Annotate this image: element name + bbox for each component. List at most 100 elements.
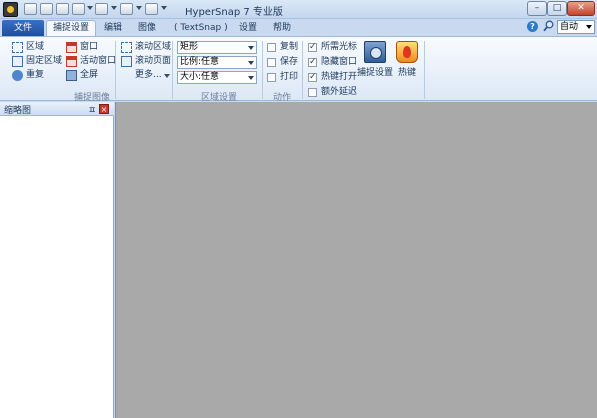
camera-settings-icon bbox=[364, 41, 386, 63]
thumbnail-panel: 缩略图 ㅍ × bbox=[0, 102, 114, 418]
capture-region-button[interactable]: 区域 bbox=[12, 41, 44, 54]
capture-active-window-label: 活动窗口 bbox=[80, 56, 117, 66]
more-capture-button[interactable]: 更多... bbox=[121, 69, 170, 82]
zoom-value: 自动 bbox=[560, 22, 579, 32]
option-hotkey-open-checkbox[interactable]: 热键打开 bbox=[308, 71, 357, 84]
region-icon bbox=[12, 42, 23, 53]
option-hotkey-open-label: 热键打开 bbox=[321, 72, 358, 82]
tab-settings[interactable]: 设置 bbox=[239, 21, 257, 36]
capture-active-window-button[interactable]: 活动窗口 bbox=[66, 55, 116, 68]
scroll-region-icon bbox=[121, 42, 132, 53]
new-file-icon[interactable] bbox=[24, 3, 37, 15]
thumbnail-panel-header: 缩略图 ㅍ × bbox=[0, 102, 114, 116]
group-divider bbox=[115, 41, 116, 99]
chevron-down-icon[interactable] bbox=[161, 6, 167, 10]
app-icon[interactable] bbox=[3, 2, 18, 17]
tab-help[interactable]: 帮助 bbox=[273, 21, 291, 36]
region-shape-value: 矩形 bbox=[180, 42, 199, 52]
tab-image[interactable]: 图像 bbox=[138, 21, 156, 36]
checkbox-box bbox=[308, 41, 317, 54]
tab-edit[interactable]: 编辑 bbox=[104, 21, 122, 36]
open-folder-icon[interactable] bbox=[40, 3, 53, 15]
option-hide-window-label: 隐藏窗口 bbox=[321, 57, 358, 67]
scroll-page-label: 滚动页面 bbox=[135, 56, 172, 66]
capture-window-label: 窗口 bbox=[80, 42, 99, 52]
tab-capture-settings[interactable]: 捕捉设置 bbox=[46, 20, 96, 36]
region-size-value: 大小:任意 bbox=[180, 72, 220, 82]
pin-icon[interactable]: ㅍ bbox=[88, 103, 96, 116]
chevron-down-icon bbox=[163, 74, 170, 78]
scroll-region-label: 滚动区域 bbox=[135, 42, 172, 52]
group-divider bbox=[302, 41, 303, 99]
chevron-down-icon bbox=[248, 46, 254, 50]
close-button[interactable]: ✕ bbox=[567, 1, 595, 16]
chevron-down-icon bbox=[248, 76, 254, 80]
tab-file[interactable]: 文件 bbox=[2, 20, 44, 36]
minimize-button[interactable]: – bbox=[527, 1, 547, 16]
print-icon[interactable] bbox=[72, 3, 85, 15]
undo-icon[interactable] bbox=[95, 3, 108, 15]
action-save-label: 保存 bbox=[280, 57, 299, 67]
capture-fullscreen-button[interactable]: 全屏 bbox=[66, 69, 98, 82]
capture-fixed-region-label: 固定区域 bbox=[26, 56, 63, 66]
capture-fixed-region-button[interactable]: 固定区域 bbox=[12, 55, 62, 68]
chevron-down-icon[interactable] bbox=[111, 6, 117, 10]
hotkeys-button[interactable]: 热键 bbox=[394, 41, 420, 78]
ribbon-tab-row: 文件 捕捉设置 编辑 图像 ( TextSnap ) 设置 帮助 bbox=[0, 19, 597, 36]
title-bar: HyperSnap 7 专业版 – □ ✕ bbox=[0, 0, 597, 19]
capture-region-label: 区域 bbox=[26, 42, 45, 52]
group-divider bbox=[172, 41, 173, 99]
close-icon[interactable]: × bbox=[99, 104, 109, 114]
hotkeys-label: 热键 bbox=[397, 68, 416, 78]
region-shape-select[interactable]: 矩形 bbox=[177, 41, 257, 54]
option-cursor-checkbox[interactable]: 所需光标 bbox=[308, 41, 357, 54]
option-extra-delay-checkbox[interactable]: 额外延迟 bbox=[308, 86, 357, 99]
action-save-checkbox[interactable]: 保存 bbox=[267, 56, 298, 69]
scroll-region-button[interactable]: 滚动区域 bbox=[121, 41, 171, 54]
capture-window-button[interactable]: 窗口 bbox=[66, 41, 98, 54]
chevron-down-icon[interactable] bbox=[136, 6, 142, 10]
zoom-select[interactable]: 自动 bbox=[557, 20, 595, 34]
capture-fullscreen-label: 全屏 bbox=[80, 70, 99, 80]
action-copy-label: 复制 bbox=[280, 42, 299, 52]
region-size-select[interactable]: 大小:任意 bbox=[177, 71, 257, 84]
window-icon bbox=[66, 42, 77, 53]
option-hide-window-checkbox[interactable]: 隐藏窗口 bbox=[308, 56, 357, 69]
more-capture-label: 更多... bbox=[135, 70, 162, 80]
capture-settings-button[interactable]: 捕捉设置 bbox=[357, 41, 393, 78]
checkbox-box bbox=[267, 73, 276, 82]
capture-settings-label: 捕捉设置 bbox=[357, 68, 394, 78]
chevron-down-icon[interactable] bbox=[87, 6, 93, 10]
save-icon[interactable] bbox=[56, 3, 69, 15]
help-icon[interactable]: ? bbox=[527, 21, 538, 32]
scroll-page-button[interactable]: 滚动页面 bbox=[121, 55, 171, 68]
repeat-icon bbox=[12, 70, 23, 81]
fixed-region-icon bbox=[12, 56, 23, 67]
capture-repeat-label: 重复 bbox=[26, 70, 45, 80]
checkbox-box bbox=[267, 58, 276, 67]
fullscreen-icon bbox=[66, 70, 77, 81]
maximize-button[interactable]: □ bbox=[547, 1, 567, 16]
checkbox-box bbox=[308, 88, 317, 97]
region-ratio-select[interactable]: 比例:任意 bbox=[177, 56, 257, 69]
checkbox-box bbox=[267, 43, 276, 52]
action-print-label: 打印 bbox=[280, 72, 299, 82]
checkbox-box bbox=[308, 71, 317, 84]
capture-repeat-button[interactable]: 重复 bbox=[12, 69, 44, 82]
search-icon[interactable] bbox=[543, 20, 554, 32]
thumbnail-panel-title: 缩略图 bbox=[4, 106, 32, 116]
chevron-down-icon bbox=[248, 61, 254, 65]
image-workspace[interactable] bbox=[115, 102, 597, 418]
group-divider bbox=[424, 41, 425, 99]
customize-toolbar-icon[interactable] bbox=[145, 3, 158, 15]
action-copy-checkbox[interactable]: 复制 bbox=[267, 41, 298, 54]
tab-textsnap[interactable]: ( TextSnap ) bbox=[174, 21, 228, 36]
window-title: HyperSnap 7 专业版 bbox=[185, 7, 283, 18]
redo-icon[interactable] bbox=[120, 3, 133, 15]
ribbon: 区域 固定区域 重复 窗口 活动窗口 全屏 捕捉图像 滚动区域 滚动页面 更多.… bbox=[0, 36, 597, 103]
active-window-icon bbox=[66, 56, 77, 67]
action-print-checkbox[interactable]: 打印 bbox=[267, 71, 298, 84]
checkbox-box bbox=[308, 56, 317, 69]
option-cursor-label: 所需光标 bbox=[321, 42, 358, 52]
group-divider bbox=[262, 41, 263, 99]
